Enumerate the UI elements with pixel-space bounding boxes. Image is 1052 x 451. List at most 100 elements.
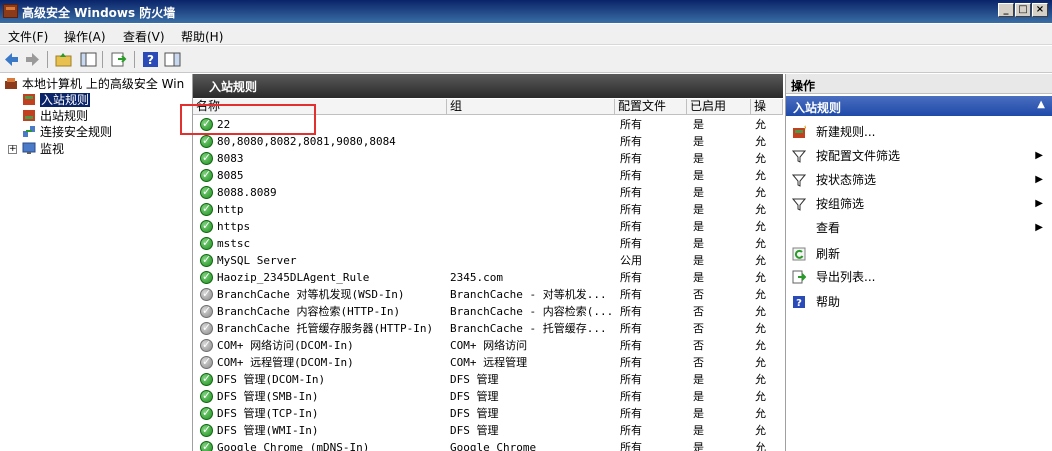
table-row[interactable]: Google Chrome (mDNS-In) Google Chrome 所有 是 允 <box>193 439 783 451</box>
rule-enabled: 是 <box>693 441 704 451</box>
rule-name: 8085 <box>217 169 244 182</box>
outbound-rules-icon <box>23 110 35 121</box>
menu-view[interactable]: 查看(V) <box>123 28 165 45</box>
rule-profile: 所有 <box>620 135 642 148</box>
show-hide-tree-icon[interactable] <box>80 51 97 68</box>
table-row[interactable]: DFS 管理(DCOM-In) DFS 管理 所有 是 允 <box>193 371 783 388</box>
inbound-rules-icon <box>23 94 35 105</box>
tree-root[interactable]: 本地计算机 上的高级安全 Win <box>4 76 184 92</box>
rule-name: DFS 管理(TCP-In) <box>217 407 319 420</box>
close-button[interactable]: × <box>1032 3 1048 17</box>
action-pane-icon[interactable] <box>164 51 181 68</box>
rule-action: 允 <box>755 356 766 369</box>
rule-enabled-icon <box>200 253 213 267</box>
table-row[interactable]: 8085 所有 是 允 <box>193 167 783 184</box>
rule-group: DFS 管理 <box>450 407 499 420</box>
table-row[interactable]: 8083 所有 是 允 <box>193 150 783 167</box>
table-row[interactable]: Haozip_2345DLAgent_Rule 2345.com 所有 是 允 <box>193 269 783 286</box>
rule-disabled-icon <box>200 338 213 352</box>
table-row[interactable]: COM+ 网络访问(DCOM-In) COM+ 网络访问 所有 否 允 <box>193 337 783 354</box>
rule-group <box>450 235 612 252</box>
rule-profile: 所有 <box>620 424 642 437</box>
rule-profile: 所有 <box>620 271 642 284</box>
rule-name: BranchCache 对等机发现(WSD-In) <box>217 288 405 301</box>
rule-profile: 所有 <box>620 152 642 165</box>
tree-root-label: 本地计算机 上的高级安全 Win <box>22 77 185 91</box>
rule-action: 允 <box>755 220 766 233</box>
tree-item-inbound-rules[interactable]: 入站规则 <box>22 92 91 108</box>
action-label: 帮助 <box>816 295 841 309</box>
collapse-icon[interactable]: ▲ <box>1037 99 1045 110</box>
rule-profile: 所有 <box>620 407 642 420</box>
table-row[interactable]: BranchCache 内容检索(HTTP-In) BranchCache - 内… <box>193 303 783 320</box>
table-row[interactable]: BranchCache 对等机发现(WSD-In) BranchCache - 对… <box>193 286 783 303</box>
rule-name: DFS 管理(SMB-In) <box>217 390 319 403</box>
up-folder-icon[interactable] <box>55 51 72 68</box>
rule-group: DFS 管理 <box>450 390 499 403</box>
action-item[interactable]: 按组筛选 ▶ <box>786 194 1052 214</box>
table-row[interactable]: 80,8080,8082,8081,9080,8084 所有 是 允 <box>193 133 783 150</box>
table-row[interactable]: BranchCache 托管缓存服务器(HTTP-In) BranchCache … <box>193 320 783 337</box>
tree-item-connection-security[interactable]: 连接安全规则 <box>22 124 112 140</box>
expand-monitor-toggle[interactable]: + <box>8 145 17 154</box>
rule-action: 允 <box>755 390 766 403</box>
action-item[interactable]: ✶ 新建规则... <box>786 122 1052 142</box>
rule-disabled-icon <box>200 321 213 335</box>
rule-enabled: 是 <box>693 407 704 420</box>
rule-enabled-icon <box>200 151 213 165</box>
rule-enabled-icon <box>200 134 213 148</box>
table-row[interactable]: DFS 管理(SMB-In) DFS 管理 所有 是 允 <box>193 388 783 405</box>
action-label: 查看 <box>816 221 841 235</box>
actions-pane: 操作 入站规则 ▲ ✶ 新建规则... 按配置文件筛选 ▶ 按状态筛选 ▶ 按组筛选 ▶ 查看 ▶… <box>785 74 1052 451</box>
tree-item-label: 连接安全规则 <box>40 125 113 139</box>
rule-profile: 所有 <box>620 237 642 250</box>
rule-group <box>450 150 612 167</box>
rule-group: DFS 管理 <box>450 373 499 386</box>
table-row[interactable]: DFS 管理(WMI-In) DFS 管理 所有 是 允 <box>193 422 783 439</box>
column-header-group[interactable]: 组 <box>447 99 615 115</box>
help-icon[interactable]: ? <box>142 51 159 68</box>
table-row[interactable]: 8088.8089 所有 是 允 <box>193 184 783 201</box>
action-label: 刷新 <box>816 247 841 261</box>
menu-file[interactable]: 文件(F) <box>8 28 48 45</box>
action-item[interactable]: 导出列表... <box>786 267 1052 287</box>
actions-section-header[interactable]: 入站规则 ▲ <box>786 96 1052 116</box>
minimize-button[interactable]: _ <box>998 3 1014 17</box>
rule-disabled-icon <box>200 304 213 318</box>
table-row[interactable]: https 所有 是 允 <box>193 218 783 235</box>
action-item[interactable]: 查看 ▶ <box>786 218 1052 238</box>
rule-action: 允 <box>755 118 766 131</box>
rule-name: Haozip_2345DLAgent_Rule <box>217 271 370 284</box>
action-item[interactable]: 按配置文件筛选 ▶ <box>786 146 1052 166</box>
refresh-icon <box>792 247 806 261</box>
table-row[interactable]: http 所有 是 允 <box>193 201 783 218</box>
forward-icon[interactable] <box>24 51 41 68</box>
rule-enabled-icon <box>200 372 213 386</box>
table-row[interactable]: COM+ 远程管理(DCOM-In) COM+ 远程管理 所有 否 允 <box>193 354 783 371</box>
column-header-action[interactable]: 操 <box>751 99 783 115</box>
tree-item-monitor[interactable]: 监视 <box>22 141 64 157</box>
menu-action[interactable]: 操作(A) <box>64 28 106 45</box>
menu-help[interactable]: 帮助(H) <box>181 28 223 45</box>
new-rule-icon: ✶ <box>793 125 806 138</box>
window-title: 高级安全 Windows 防火墙 <box>22 6 176 20</box>
rule-name: BranchCache 托管缓存服务器(HTTP-In) <box>217 322 434 335</box>
maximize-button[interactable]: □ <box>1015 3 1031 17</box>
table-row[interactable]: mstsc 所有 是 允 <box>193 235 783 252</box>
rule-group: Google Chrome <box>450 441 537 451</box>
rule-name: https <box>217 220 251 233</box>
back-icon[interactable] <box>3 51 20 68</box>
rule-name: 8088.8089 <box>217 186 277 199</box>
export-list-icon[interactable] <box>110 51 127 68</box>
action-item[interactable]: 刷新 <box>786 244 1052 264</box>
action-item[interactable]: ? 帮助 <box>786 292 1052 312</box>
action-item[interactable]: 按状态筛选 ▶ <box>786 170 1052 190</box>
column-header-enabled[interactable]: 已启用 <box>687 99 751 115</box>
column-header-profile[interactable]: 配置文件 <box>615 99 687 115</box>
rule-action: 允 <box>755 203 766 216</box>
rule-enabled-icon <box>200 270 213 284</box>
table-row[interactable]: DFS 管理(TCP-In) DFS 管理 所有 是 允 <box>193 405 783 422</box>
tree-item-outbound-rules[interactable]: 出站规则 <box>22 108 88 124</box>
rule-name: 8083 <box>217 152 244 165</box>
table-row[interactable]: MySQL Server 公用 是 允 <box>193 252 783 269</box>
